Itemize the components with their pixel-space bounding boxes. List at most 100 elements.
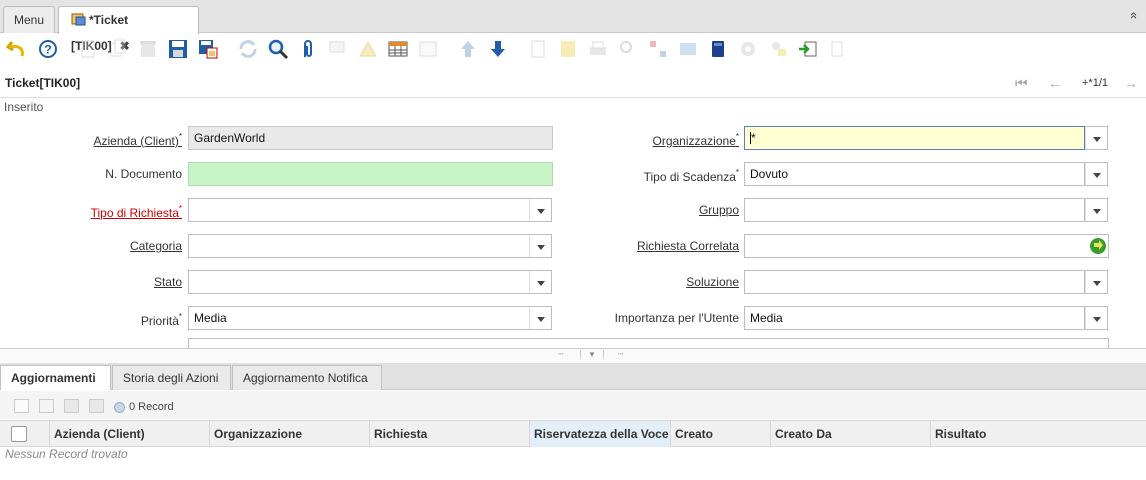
product-info-icon[interactable] <box>676 37 700 61</box>
tipo-scadenza-field[interactable]: Dovuto <box>744 162 1085 186</box>
window-title-bar: Ticket[TIK00] ⏮ ← +*1/1 → <box>0 68 1146 98</box>
categoria-dropdown-icon[interactable] <box>529 234 552 258</box>
organizzazione-dropdown-icon[interactable] <box>1085 126 1108 150</box>
tab-aggiornamento-notifica[interactable]: Aggiornamento Notifica <box>232 365 382 390</box>
splitter-toggle-icon[interactable]: ▼ <box>580 350 604 359</box>
delete-icon[interactable] <box>136 37 160 61</box>
grid-save-icon[interactable] <box>89 399 104 413</box>
record-count-icon <box>114 402 125 413</box>
stato-field[interactable] <box>188 270 530 294</box>
importanza-field[interactable]: Media <box>744 306 1085 330</box>
tipo-scadenza-dropdown-icon[interactable] <box>1085 162 1108 186</box>
zoom-across-icon[interactable] <box>616 37 640 61</box>
window-tab-bar: Menu *Ticket [TIK00]✖ « <box>0 0 1146 53</box>
archive-icon[interactable] <box>356 37 380 61</box>
richiesta-correlata-label: Richiesta Correlata <box>636 239 739 253</box>
grid-toolbar: 0 Record <box>0 391 1146 419</box>
chat-icon[interactable] <box>326 37 350 61</box>
column-richiesta[interactable]: Richiesta <box>369 421 529 447</box>
menu-tab[interactable]: Menu <box>3 6 55 33</box>
column-azienda[interactable]: Azienda (Client) <box>49 421 209 447</box>
stato-dropdown-icon[interactable] <box>529 270 552 294</box>
tab-aggiornamenti[interactable]: Aggiornamenti <box>0 365 111 390</box>
gruppo-dropdown-icon[interactable] <box>1085 198 1108 222</box>
grid-delete-icon[interactable] <box>64 399 79 413</box>
save-new-icon[interactable] <box>196 37 220 61</box>
tipo-richiesta-dropdown-icon[interactable] <box>529 198 552 222</box>
categoria-label: Categoria <box>129 239 182 253</box>
organizzazione-field[interactable]: * <box>744 126 1085 150</box>
soluzione-label: Soluzione <box>686 275 739 289</box>
print-icon[interactable] <box>586 37 610 61</box>
stato-label: Stato <box>153 275 182 289</box>
soluzione-dropdown-icon[interactable] <box>1085 270 1108 294</box>
process-icon[interactable] <box>736 37 760 61</box>
priorita-field[interactable]: Media <box>188 306 530 330</box>
new-record-icon[interactable] <box>76 37 100 61</box>
n-documento-label: N. Documento <box>105 167 182 181</box>
detail-icon[interactable] <box>416 37 440 61</box>
grid-new-icon[interactable] <box>14 399 29 413</box>
panel-splitter[interactable]: ┄ ▼ ┄ <box>0 348 1146 362</box>
priorita-dropdown-icon[interactable] <box>529 306 552 330</box>
record-position: +*1/1 <box>1082 77 1108 89</box>
attachment-icon[interactable] <box>296 37 320 61</box>
archived-docs-icon[interactable] <box>556 37 580 61</box>
grid-toggle-icon[interactable] <box>386 37 410 61</box>
ticket-icon <box>71 9 87 26</box>
gruppo-field[interactable] <box>744 198 1085 222</box>
next-record-icon[interactable] <box>486 37 510 61</box>
find-icon[interactable] <box>266 37 290 61</box>
refresh-icon[interactable] <box>236 37 260 61</box>
empty-grid-message: Nessun Record trovato <box>5 447 128 461</box>
n-documento-field[interactable] <box>188 162 553 186</box>
select-all-checkbox[interactable] <box>11 426 27 442</box>
workflow-icon[interactable] <box>646 37 670 61</box>
undo-icon[interactable] <box>5 37 29 61</box>
soluzione-field[interactable] <box>744 270 1085 294</box>
splitter-grip: ┄ <box>558 349 564 359</box>
categoria-field[interactable] <box>188 234 530 258</box>
help-icon[interactable]: ? <box>36 37 60 61</box>
azienda-field[interactable]: GardenWorld <box>188 126 553 150</box>
exit-icon[interactable] <box>826 37 850 61</box>
toolbar: ? <box>0 34 1146 64</box>
column-organizzazione[interactable]: Organizzazione <box>209 421 369 447</box>
next-record-arrow-icon[interactable]: → <box>1124 75 1138 91</box>
previous-record-icon[interactable] <box>456 37 480 61</box>
export-icon[interactable] <box>796 37 820 61</box>
richiesta-correlata-field[interactable] <box>744 234 1109 258</box>
customize-icon[interactable] <box>706 37 730 61</box>
copy-record-icon[interactable] <box>106 37 130 61</box>
save-icon[interactable] <box>166 37 190 61</box>
tab-storia-azioni[interactable]: Storia degli Azioni <box>112 365 231 390</box>
splitter-grip-2: ┄ <box>618 349 624 359</box>
svg-text:?: ? <box>44 43 51 57</box>
organizzazione-label: Organizzazione* <box>652 132 739 148</box>
tipo-scadenza-label: Tipo di Scadenza* <box>643 168 739 184</box>
ticket-tab[interactable]: *Ticket [TIK00]✖ <box>58 6 199 53</box>
tipo-richiesta-label: Tipo di Richiesta* <box>90 204 182 220</box>
search-record-icon[interactable] <box>1089 237 1107 255</box>
column-creato[interactable]: Creato <box>670 421 770 447</box>
window-title: Ticket[TIK00] <box>5 76 81 90</box>
status-text: Inserito <box>4 100 44 114</box>
partial-field[interactable] <box>188 338 1109 348</box>
collapse-icon[interactable]: « <box>1127 12 1142 19</box>
importanza-label: Importanza per l'Utente <box>614 311 739 325</box>
tipo-richiesta-field[interactable] <box>188 198 530 222</box>
column-risultato[interactable]: Risultato <box>930 421 1146 447</box>
priorita-label: Priorità* <box>140 312 182 328</box>
prev-record-arrow-icon[interactable]: ← <box>1048 75 1062 91</box>
grid-edit-icon[interactable] <box>39 399 54 413</box>
column-riservatezza[interactable]: Riservatezza della Voce <box>529 421 670 447</box>
first-record-icon[interactable]: ⏮ <box>1015 75 1028 92</box>
gruppo-label: Gruppo <box>698 203 739 217</box>
column-creato-da[interactable]: Creato Da <box>770 421 930 447</box>
report-icon[interactable] <box>526 37 550 61</box>
azienda-label: Azienda (Client)* <box>93 132 183 148</box>
grid-header: Azienda (Client) Organizzazione Richiest… <box>0 420 1146 447</box>
detail-tab-bar: Aggiornamenti Storia degli Azioni Aggior… <box>0 363 1146 390</box>
lock-icon[interactable] <box>766 37 790 61</box>
importanza-dropdown-icon[interactable] <box>1085 306 1108 330</box>
